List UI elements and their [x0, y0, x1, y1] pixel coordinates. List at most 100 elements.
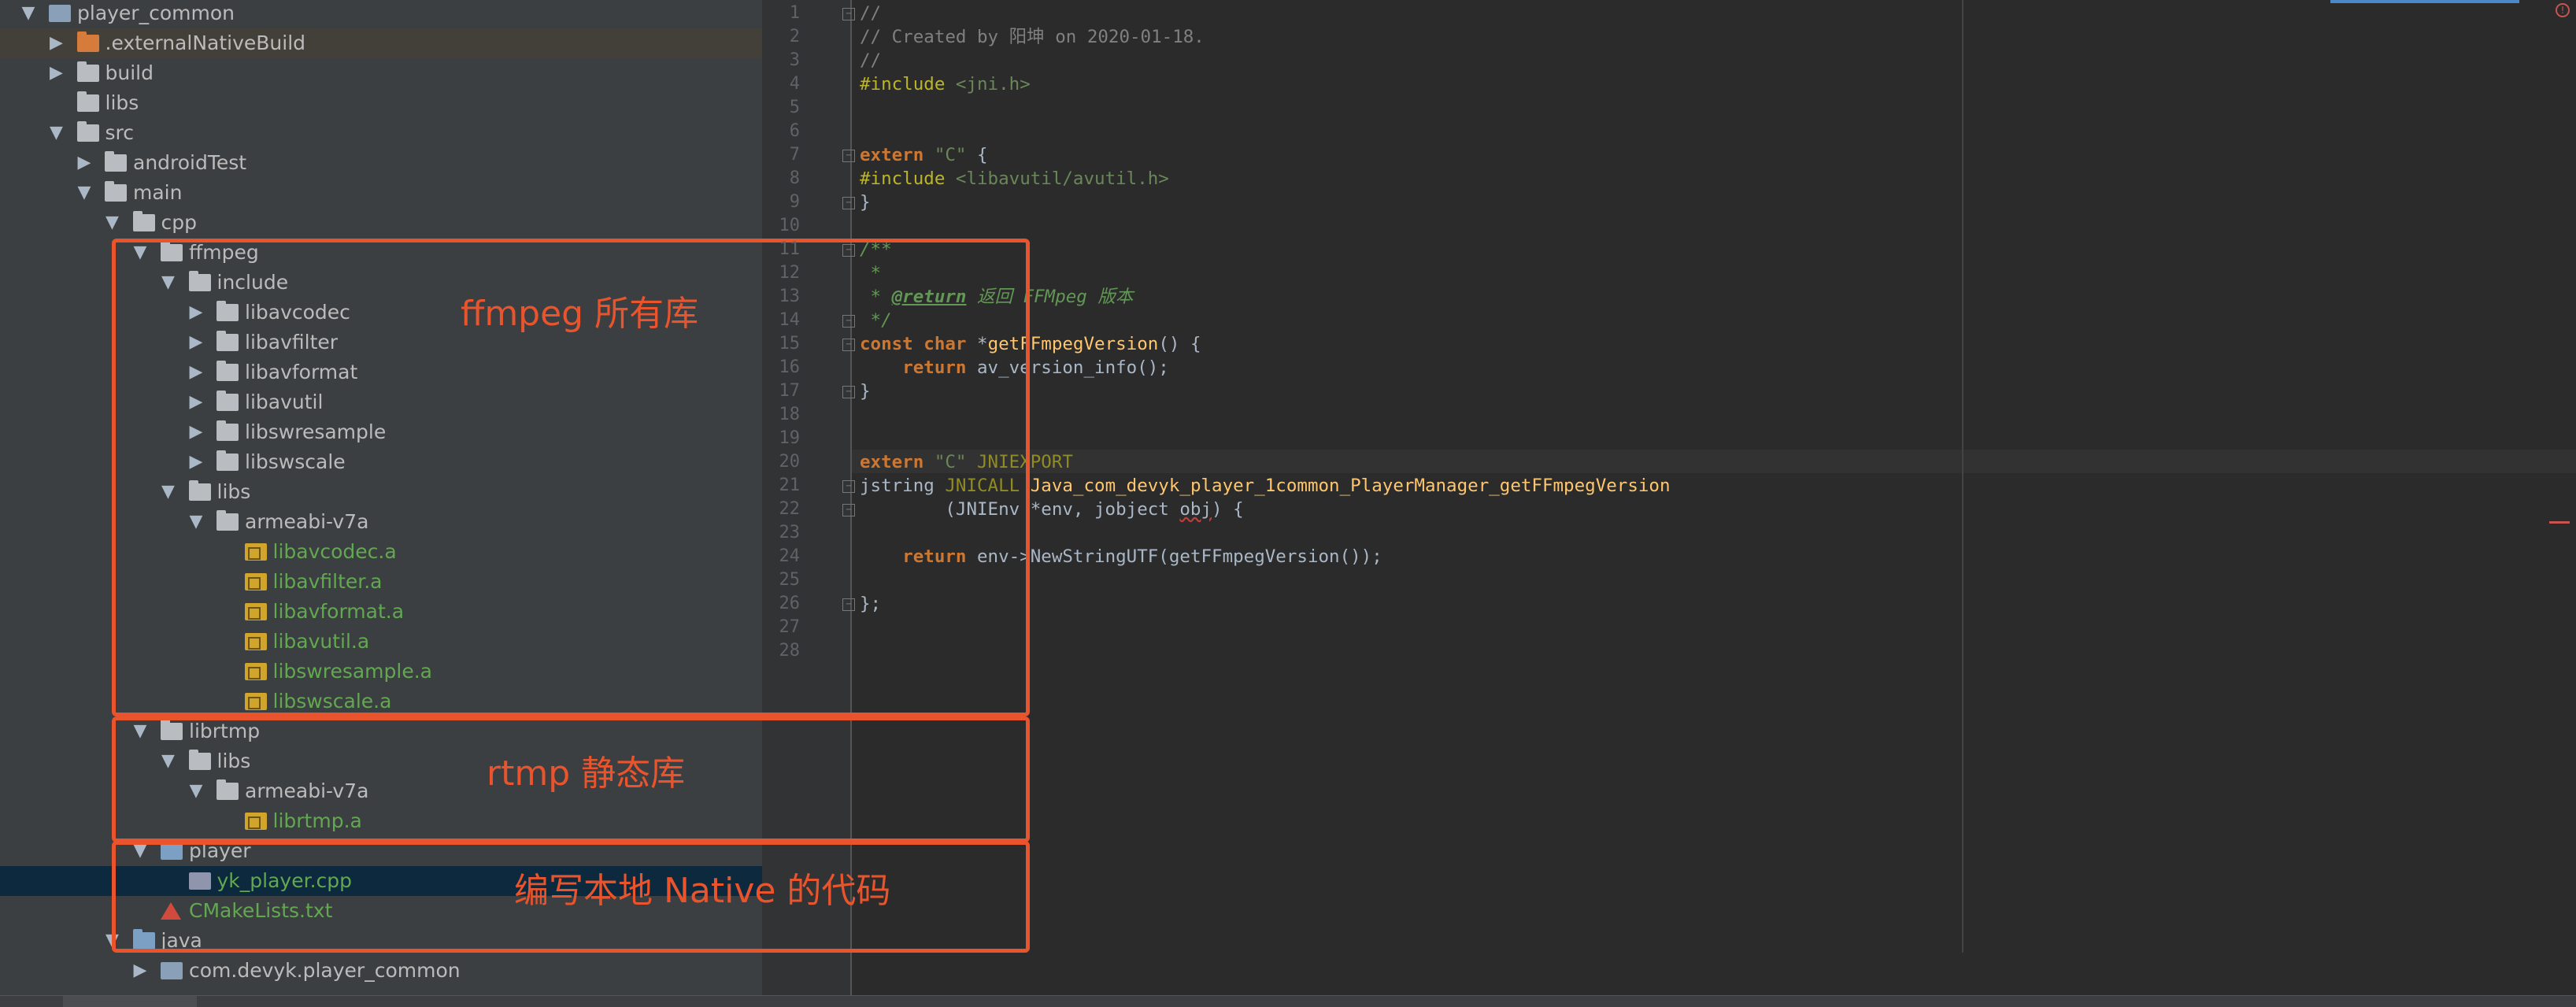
- code-token: <libavutil/avutil.h>: [955, 168, 1169, 189]
- line-number: 25: [779, 570, 801, 590]
- tree-row-label: cpp: [161, 211, 197, 234]
- tree-row-label: build: [105, 61, 154, 84]
- code-line[interactable]: //: [860, 2, 881, 25]
- folder-icon: [105, 181, 127, 202]
- expand-arrow-icon[interactable]: ▼: [75, 178, 94, 208]
- code-token: env->NewStringUTF(getFFmpegVersion());: [977, 546, 1382, 567]
- fold-marker-icon[interactable]: −: [842, 244, 855, 257]
- expand-arrow-icon[interactable]: ▼: [47, 118, 66, 148]
- tree-row[interactable]: ▼ main: [0, 178, 762, 208]
- tree-row-label: main: [133, 181, 183, 204]
- line-number: 3: [789, 50, 800, 70]
- line-number: 11: [779, 239, 801, 259]
- code-token: //: [860, 3, 882, 24]
- tree-row-label: libs: [105, 91, 139, 114]
- line-number: 26: [779, 594, 801, 613]
- code-token: // Created by 阳坤 on 2020-01-18.: [860, 27, 1205, 47]
- expand-arrow-icon[interactable]: ▼: [19, 0, 38, 28]
- error-indicator-icon[interactable]: !: [2556, 3, 2570, 17]
- fold-marker-icon[interactable]: −: [842, 598, 855, 611]
- fold-marker-icon[interactable]: −: [842, 386, 855, 398]
- line-number: 12: [779, 263, 801, 283]
- tree-row-label: src: [105, 121, 135, 144]
- code-token: Java_com_devyk_player_1common_PlayerMana…: [1030, 476, 1671, 496]
- tree-row[interactable]: ▼ cpp: [0, 208, 762, 238]
- fold-marker-icon[interactable]: −: [842, 504, 855, 516]
- line-number: 27: [779, 617, 801, 637]
- fold-marker-icon[interactable]: −: [842, 8, 855, 20]
- collapse-arrow-icon[interactable]: ▶: [47, 58, 66, 88]
- status-tab[interactable]: [63, 996, 197, 1007]
- right-margin-guide: [1962, 0, 1963, 953]
- line-number: 24: [779, 546, 801, 566]
- code-token: <jni.h>: [955, 74, 1031, 94]
- code-line[interactable]: #include <libavutil/avutil.h>: [860, 167, 1169, 191]
- collapse-arrow-icon[interactable]: ▶: [131, 956, 150, 986]
- code-token: #include: [860, 168, 956, 189]
- status-bar: [0, 995, 2576, 1007]
- error-stripe-mark[interactable]: [2549, 521, 2570, 524]
- code-token: #include: [860, 74, 956, 94]
- code-token: obj: [1179, 499, 1212, 520]
- tree-row[interactable]: ▶ androidTest: [0, 148, 762, 178]
- code-line[interactable]: }: [860, 191, 871, 214]
- expand-arrow-icon[interactable]: ▼: [103, 208, 122, 238]
- tree-row[interactable]: ▶ com.devyk.player_common: [0, 956, 762, 986]
- folder-icon: [105, 151, 127, 172]
- ffmpeg-annotation-label: ffmpeg 所有库: [461, 294, 699, 334]
- folder-icon: [132, 211, 155, 231]
- line-number: 18: [779, 405, 801, 424]
- fold-marker-icon[interactable]: −: [842, 480, 855, 493]
- folder-icon: [76, 61, 99, 82]
- line-number: 15: [779, 334, 801, 354]
- line-number: 16: [779, 357, 801, 377]
- collapse-arrow-icon[interactable]: ▶: [47, 28, 66, 58]
- code-line[interactable]: //: [860, 49, 881, 72]
- tree-row[interactable]: libs: [0, 88, 762, 118]
- line-number: 23: [779, 523, 801, 542]
- line-number: 6: [789, 121, 800, 141]
- code-token: //: [860, 50, 882, 71]
- line-number: 1: [789, 3, 800, 23]
- line-number: 7: [789, 145, 800, 165]
- native-annotation-label: 编写本地 Native 的代码: [514, 871, 891, 911]
- folder-icon: [76, 121, 99, 142]
- tree-row[interactable]: ▶ .externalNativeBuild: [0, 28, 762, 58]
- code-token: ) {: [1212, 499, 1244, 520]
- code-line[interactable]: #include <jni.h>: [860, 72, 1031, 96]
- line-number: 17: [779, 381, 801, 401]
- code-token: {: [977, 145, 988, 165]
- line-number: 20: [779, 452, 801, 472]
- fold-marker-icon[interactable]: −: [842, 315, 855, 328]
- line-number: 28: [779, 641, 801, 661]
- fold-marker-icon[interactable]: −: [842, 339, 855, 351]
- code-token: }: [860, 192, 871, 213]
- line-number: 19: [779, 428, 801, 448]
- fold-marker-icon[interactable]: −: [842, 150, 855, 162]
- line-number: 2: [789, 27, 800, 46]
- rtmp-annotation-label: rtmp 静态库: [487, 753, 686, 794]
- package-icon: [161, 962, 183, 979]
- line-number: 4: [789, 74, 800, 94]
- tree-row[interactable]: ▼ player_common: [0, 0, 762, 28]
- line-number: 14: [779, 310, 801, 330]
- collapse-arrow-icon[interactable]: ▶: [75, 148, 94, 178]
- fold-marker-icon[interactable]: −: [842, 197, 855, 209]
- code-token: "C": [934, 145, 978, 165]
- line-number: 9: [789, 192, 800, 212]
- folder-orange-icon: [76, 31, 99, 52]
- line-number: 13: [779, 287, 801, 306]
- code-token: () {: [1158, 334, 1201, 354]
- line-number: 10: [779, 216, 801, 235]
- tree-row[interactable]: ▶ build: [0, 58, 762, 88]
- tree-row-label: com.devyk.player_common: [189, 959, 461, 982]
- code-token: extern: [860, 145, 935, 165]
- editor-scroll-thumb[interactable]: [2330, 0, 2519, 3]
- line-number: 21: [779, 476, 801, 495]
- code-line[interactable]: extern "C" {: [860, 143, 988, 167]
- module-icon: [49, 5, 71, 22]
- tree-row[interactable]: ▼ src: [0, 118, 762, 148]
- code-line[interactable]: // Created by 阳坤 on 2020-01-18.: [860, 25, 1205, 49]
- tree-row-label: player_common: [77, 2, 235, 24]
- tree-row-label: androidTest: [133, 151, 247, 174]
